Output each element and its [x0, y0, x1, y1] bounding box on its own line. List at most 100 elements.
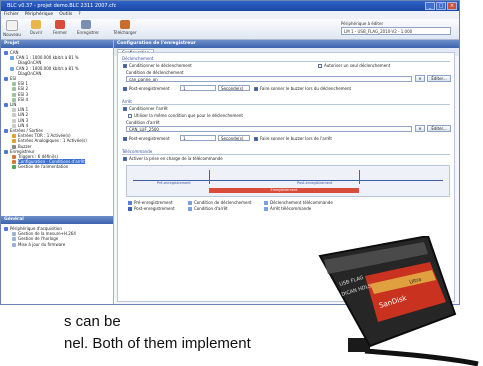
- window-controls: _ □ ×: [425, 2, 457, 10]
- legend-swatch: [188, 201, 192, 205]
- legend-label: Arrêt télécommande: [270, 206, 312, 211]
- pre-record-checkbox[interactable]: Post-enregistrement: [123, 86, 170, 91]
- menu-outils[interactable]: Outils: [59, 11, 72, 19]
- peripheral-select[interactable]: LM 1 - USB_FLAG_2010-V2 - 1.000: [341, 27, 451, 35]
- pre-record-input[interactable]: 1: [180, 85, 216, 91]
- tree-item-power[interactable]: Gestion de l'alimentation: [4, 164, 110, 170]
- post-record-unit-select[interactable]: Seconde(s): [218, 135, 250, 141]
- section-divider: [122, 61, 450, 62]
- checkbox-checked: [123, 107, 127, 111]
- firmware-icon: [12, 242, 16, 247]
- checkbox-checked: [123, 157, 127, 161]
- legend-label: Post-enregistrement: [134, 206, 175, 211]
- close-button[interactable]: ×: [447, 2, 457, 10]
- pre-record-unit-select[interactable]: Seconde(s): [218, 85, 250, 91]
- single-trigger-checkbox[interactable]: Autoriser un seul déclenchement: [318, 63, 390, 68]
- menu-bar: Fichier Périphérique Outils ?: [1, 11, 459, 19]
- download-button[interactable]: Télécharger: [113, 20, 137, 35]
- same-condition-checkbox[interactable]: Utiliser la même condition que pour le d…: [128, 113, 243, 118]
- stop-buzzer-label: Faire sonner le buzzer lors de l'arrêt: [260, 136, 332, 141]
- legend-swatch: [264, 201, 268, 205]
- pre-record-value: 1: [183, 86, 186, 91]
- timeline-record: Enregistrement: [209, 188, 359, 193]
- timeline-pre: Pré-enregistrement: [157, 181, 191, 185]
- start-marker: [209, 170, 210, 184]
- menu-help[interactable]: ?: [78, 11, 80, 19]
- close-project-label: Fermer: [52, 30, 68, 35]
- recorder-config-header: Configuration de l'enregistreur: [114, 40, 459, 48]
- channel-icon: [12, 113, 16, 118]
- post-record-input[interactable]: 1: [180, 135, 216, 141]
- clear-start-button[interactable]: ✕: [415, 75, 425, 82]
- legend-label: Pré-enregistrement: [134, 200, 173, 205]
- section-divider: [122, 104, 450, 105]
- bus-icon: [4, 51, 8, 55]
- legend-remote-start: Déclenchement télécommande: [264, 200, 333, 205]
- stop-marker: [359, 170, 360, 184]
- bus-icon: [4, 77, 8, 82]
- checkbox-unchecked: [128, 114, 132, 118]
- stop-condition-input[interactable]: CAN_LUF_2500: [126, 126, 412, 132]
- clear-stop-button[interactable]: ✕: [415, 125, 425, 132]
- tree-item-firmware[interactable]: Mise à jour du firmware: [4, 242, 110, 247]
- clear-icon: ✕: [418, 76, 422, 81]
- save-button[interactable]: Enregistrer: [77, 20, 99, 35]
- start-buzzer-checkbox[interactable]: Faire sonner le buzzer lors du déclenche…: [254, 86, 351, 91]
- power-icon: [12, 165, 16, 170]
- start-condition-checkbox[interactable]: Conditionner le déclenchement: [123, 63, 192, 68]
- menu-peripherique[interactable]: Périphérique: [25, 11, 53, 19]
- checkbox-checked: [254, 87, 258, 91]
- clock-icon: [12, 237, 16, 242]
- tree-item-label: Mise à jour du firmware: [18, 241, 66, 247]
- minimize-button[interactable]: _: [425, 2, 435, 10]
- peripheral-label: Périphérique à éditer: [341, 21, 384, 26]
- stop-condition-value: CAN_LUF_2500: [129, 127, 159, 132]
- project-panel-header: Projet: [1, 40, 113, 48]
- tree-item-label: Gestion de l'alimentation: [18, 164, 69, 170]
- start-condition-field-label: Condition de déclenchement: [126, 70, 184, 75]
- remote-checkbox[interactable]: Activer la prise en charge de la télécom…: [123, 156, 223, 161]
- save-button-label: Enregistrer: [77, 30, 100, 35]
- menu-fichier[interactable]: Fichier: [4, 11, 19, 19]
- download-icon: [120, 20, 130, 29]
- clear-icon: ✕: [418, 126, 422, 131]
- download-button-label: Télécharger: [113, 30, 137, 35]
- general-tree: Périphérique d'acquisition Gestion de la…: [1, 224, 113, 249]
- stop-buzzer-checkbox[interactable]: Faire sonner le buzzer lors de l'arrêt: [254, 136, 332, 141]
- checkbox-unchecked: [318, 64, 322, 68]
- pre-record-unit: Seconde(s): [221, 86, 244, 91]
- peripheral-select-value: LM 1 - USB_FLAG_2010-V2 - 1.000: [344, 29, 413, 34]
- device-icon: [4, 227, 8, 231]
- close-project-button[interactable]: Fermer: [51, 20, 69, 35]
- post-record-value: 1: [183, 136, 186, 141]
- stop-condition-checkbox[interactable]: Conditionner l'arrêt: [123, 106, 168, 111]
- general-panel-header: Général: [1, 216, 113, 224]
- bus-icon: [4, 103, 8, 108]
- edit-stop-button[interactable]: Éditer...: [427, 125, 451, 132]
- usb-cable: [364, 348, 479, 366]
- single-trigger-label: Autoriser un seul déclenchement: [324, 63, 391, 68]
- same-condition-label: Utiliser la même condition que pour le d…: [134, 113, 243, 118]
- legend-start-condition: Condition de déclenchement: [188, 200, 252, 205]
- folder-open-icon: [31, 20, 41, 29]
- legend-post: Post-enregistrement: [128, 206, 175, 211]
- channel-icon: [12, 87, 16, 92]
- start-condition-input[interactable]: can_panne_on: [126, 76, 412, 82]
- legend-remote-stop: Arrêt télécommande: [264, 206, 311, 211]
- checkbox-checked: [123, 87, 127, 91]
- timeline-diagram: Pré-enregistrement Post-enregistrement E…: [126, 165, 450, 197]
- new-button[interactable]: Nouveau: [3, 20, 21, 37]
- usb-logger-device-image: SanDisk USB FLAG DiCAN HDLS Ultra: [318, 236, 479, 366]
- project-panel: Projet CAN CAN 1 : 1000.000 kbit/s à 81 …: [1, 40, 114, 304]
- toolbar: Nouveau Ouvrir Fermer Enregistrer Téléch…: [1, 19, 459, 40]
- save-icon: [81, 20, 91, 29]
- open-button[interactable]: Ouvrir: [27, 20, 45, 35]
- recorder-icon: [4, 149, 8, 154]
- maximize-button[interactable]: □: [436, 2, 446, 10]
- start-buzzer-label: Faire sonner le buzzer lors du déclenche…: [260, 86, 352, 91]
- edit-start-button[interactable]: Éditer...: [427, 75, 451, 82]
- tree-item-label: DiagOnCAN: [18, 70, 42, 76]
- io-icon: [4, 129, 8, 134]
- post-record-checkbox[interactable]: Post-enregistrement: [123, 136, 170, 141]
- pre-record-label: Post-enregistrement: [129, 86, 170, 91]
